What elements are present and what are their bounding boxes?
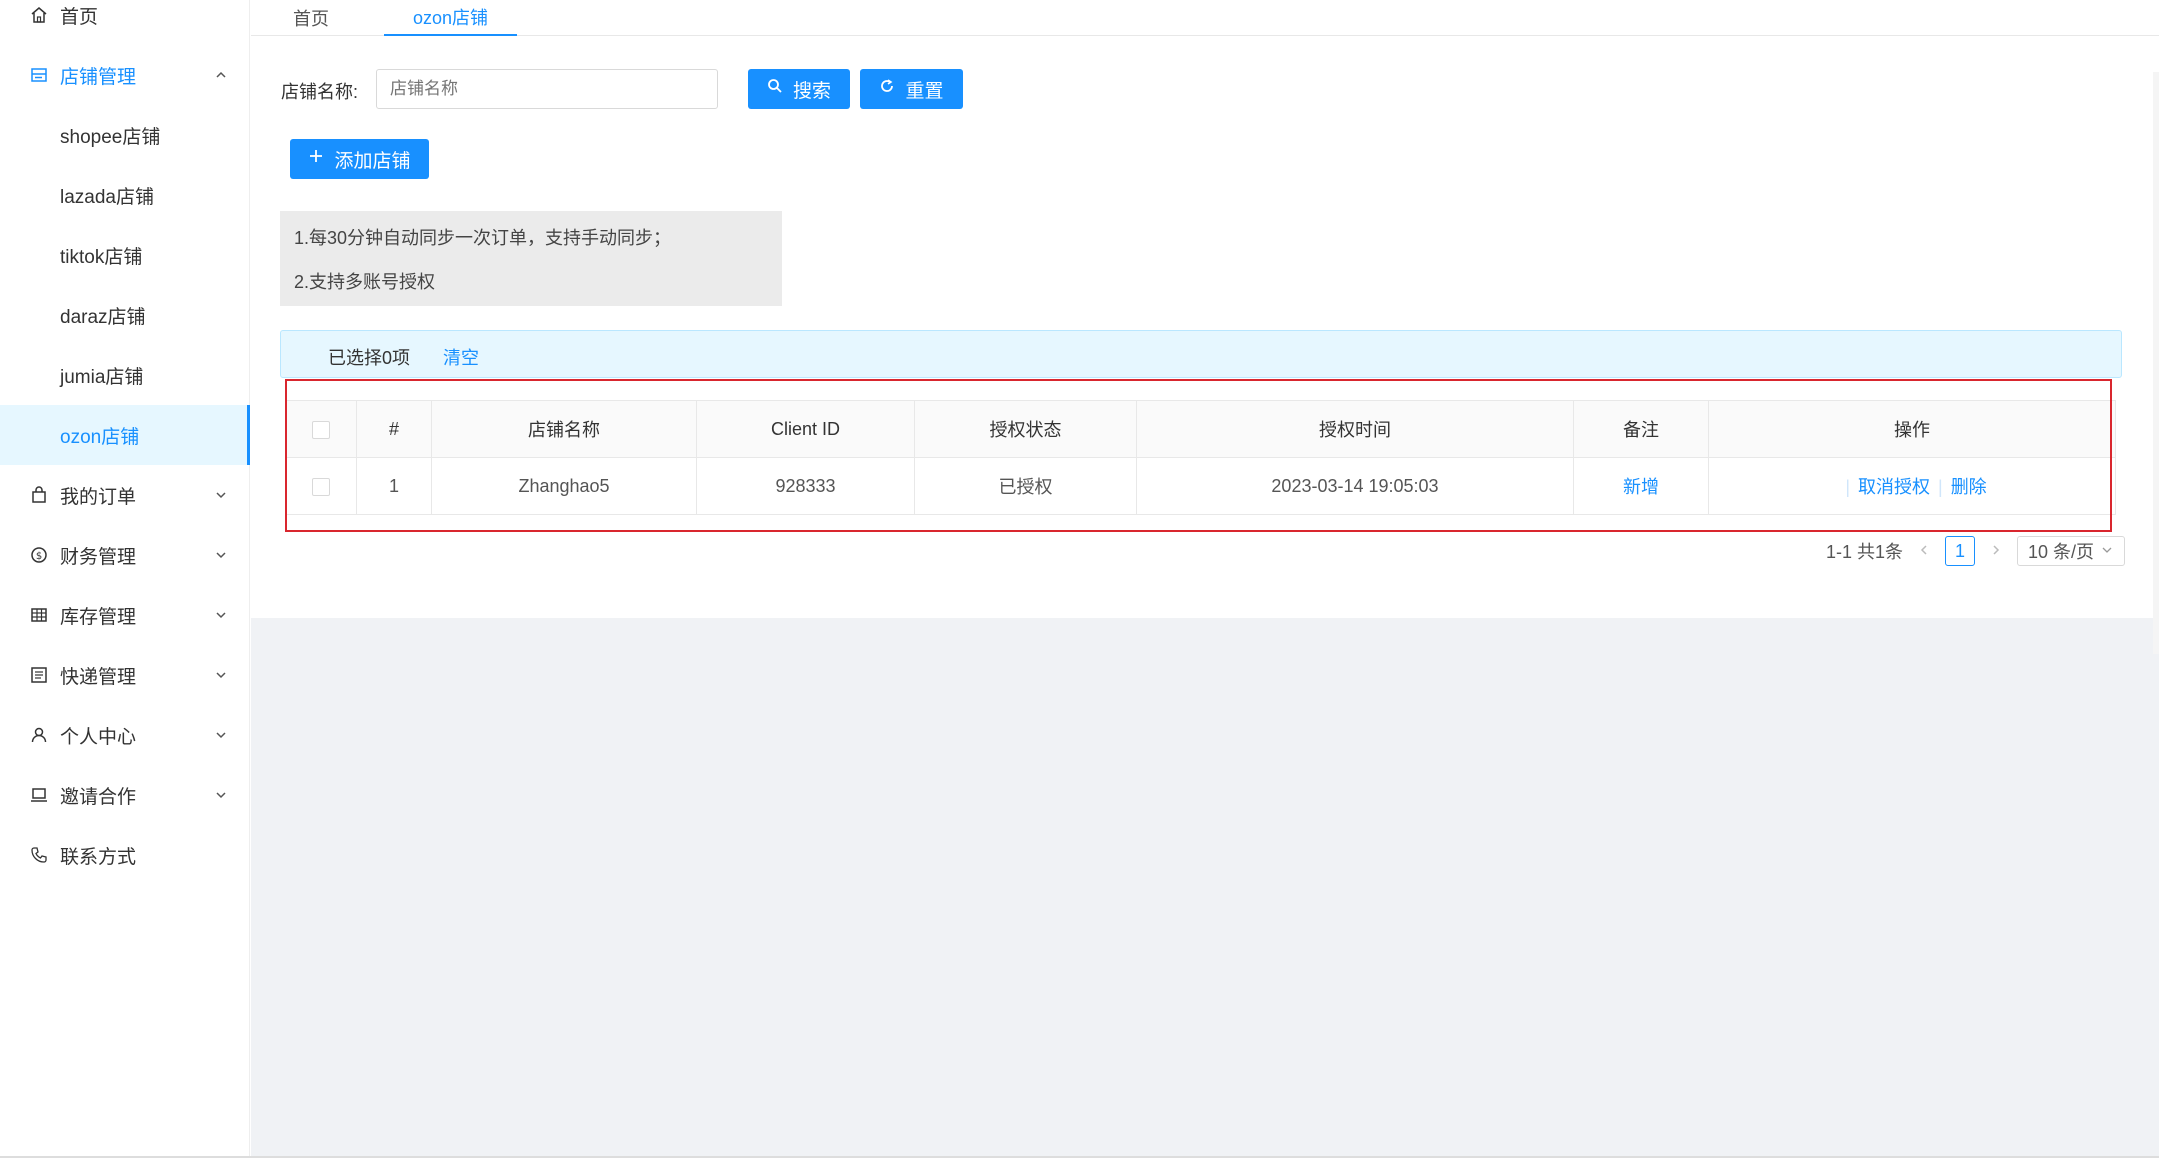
chevron-up-icon (214, 68, 228, 82)
user-icon (30, 726, 48, 744)
chevron-down-icon (2100, 541, 2114, 562)
sidebar-item-store-mgmt[interactable]: 店铺管理 (0, 45, 250, 105)
highlight-box (285, 379, 2112, 532)
table-icon (30, 606, 48, 624)
chevron-down-icon (214, 488, 228, 502)
prev-page-icon[interactable] (1917, 541, 1931, 562)
pagination: 1-1 共1条 1 10 条/页 (1826, 536, 2126, 566)
sidebar-item-inventory[interactable]: 库存管理 (0, 585, 250, 645)
bag-icon (30, 486, 48, 504)
sidebar-item-ozon[interactable]: ozon店铺 (0, 405, 250, 465)
store-icon (30, 66, 48, 84)
tabs-bar: 首页 ozon店铺 (251, 0, 2159, 36)
laptop-icon (30, 786, 48, 804)
store-name-input[interactable] (376, 69, 718, 109)
dollar-icon: $ (30, 546, 48, 564)
next-page-icon[interactable] (1989, 541, 2003, 562)
sidebar-item-express[interactable]: 快递管理 (0, 645, 250, 705)
sidebar-item-invite[interactable]: 邀请合作 (0, 765, 250, 825)
sidebar-item-daraz[interactable]: daraz店铺 (0, 285, 250, 345)
main-area: 首页 ozon店铺 店铺名称: 搜索 重置 添加店铺 1.每30分钟自动同步一次… (251, 0, 2159, 1158)
sidebar-item-tiktok[interactable]: tiktok店铺 (0, 225, 250, 285)
sidebar-item-home[interactable]: 首页 (0, 0, 250, 45)
tab-home[interactable]: 首页 (271, 0, 351, 36)
tab-ozon[interactable]: ozon店铺 (384, 0, 517, 36)
add-store-button[interactable]: 添加店铺 (290, 139, 429, 179)
sidebar-item-profile[interactable]: 个人中心 (0, 705, 250, 765)
page-size-select[interactable]: 10 条/页 (2017, 536, 2126, 566)
notice-line-2: 2.支持多账号授权 (294, 272, 436, 292)
chevron-down-icon (214, 788, 228, 802)
notice-box: 1.每30分钟自动同步一次订单，支持手动同步； 2.支持多账号授权 (280, 211, 782, 306)
reset-button[interactable]: 重置 (860, 69, 963, 109)
sidebar-item-shopee[interactable]: shopee店铺 (0, 105, 250, 165)
home-icon (30, 6, 48, 24)
sidebar: 首页 店铺管理 shopee店铺 lazada店铺 tiktok店铺 daraz… (0, 0, 250, 1158)
store-name-label: 店铺名称: (281, 82, 359, 102)
search-icon (767, 78, 783, 100)
chevron-down-icon (214, 728, 228, 742)
notice-line-1: 1.每30分钟自动同步一次订单，支持手动同步； (294, 228, 672, 248)
scrollbar-track[interactable] (2153, 72, 2159, 654)
selection-count: 已选择0项 (328, 348, 411, 368)
phone-icon (30, 846, 48, 864)
svg-text:$: $ (36, 551, 42, 562)
page-number-current[interactable]: 1 (1945, 536, 1976, 566)
sidebar-item-contact[interactable]: 联系方式 (0, 825, 250, 885)
list-icon (30, 666, 48, 684)
sidebar-item-lazada[interactable]: lazada店铺 (0, 165, 250, 225)
reload-icon (879, 78, 895, 100)
plus-icon (308, 148, 324, 170)
chevron-down-icon (214, 608, 228, 622)
chevron-down-icon (214, 668, 228, 682)
sidebar-item-finance[interactable]: $ 财务管理 (0, 525, 250, 585)
search-button[interactable]: 搜索 (748, 69, 850, 109)
sidebar-item-my-orders[interactable]: 我的订单 (0, 465, 250, 525)
chevron-down-icon (214, 548, 228, 562)
pagination-summary: 1-1 共1条 (1826, 542, 1904, 562)
selection-bar: 已选择0项 清空 (280, 330, 2122, 378)
clear-selection-link[interactable]: 清空 (443, 344, 479, 370)
content-panel: 店铺名称: 搜索 重置 添加店铺 1.每30分钟自动同步一次订单，支持手动同步；… (251, 36, 2159, 654)
sidebar-item-jumia[interactable]: jumia店铺 (0, 345, 250, 405)
